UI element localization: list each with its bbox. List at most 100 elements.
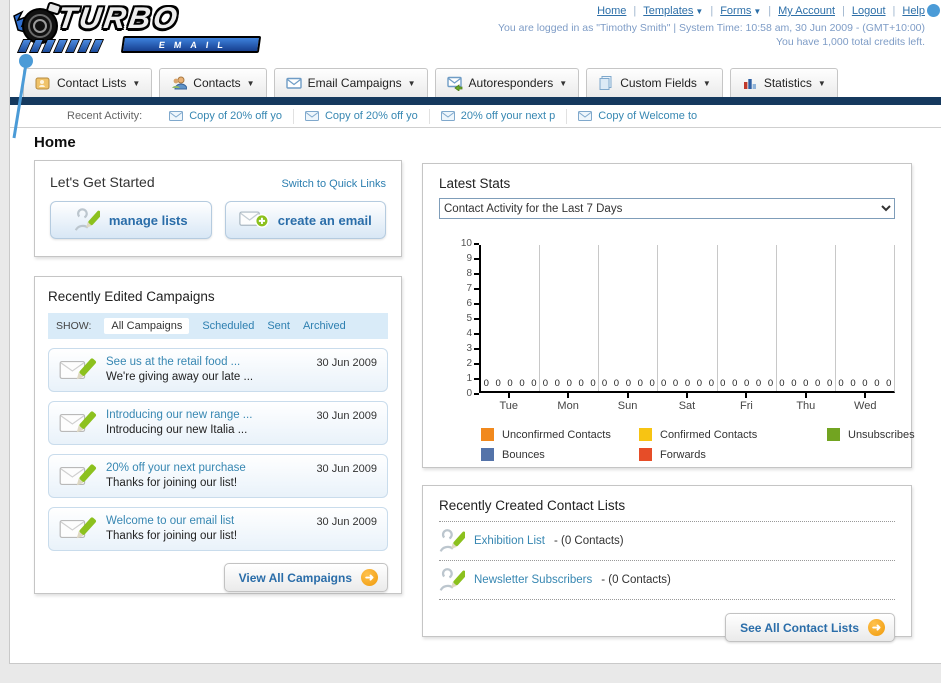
tab-label: Email Campaigns	[307, 76, 402, 90]
campaign-title-link[interactable]: 20% off your next purchase	[106, 461, 307, 476]
nav-separator: |	[842, 5, 845, 17]
chevron-down-icon: ▼	[695, 7, 704, 16]
turbo-email-logo[interactable]: TURBO EMAIL	[12, 1, 262, 58]
campaign-row[interactable]: 20% off your next purchase Thanks for jo…	[48, 454, 388, 498]
chart-zero-values: 0 0 0 0 0	[542, 378, 596, 389]
legend-color-chip	[481, 448, 494, 461]
chevron-down-icon: ▼	[817, 78, 826, 88]
tab-contact-lists[interactable]: Contact Lists ▼	[23, 68, 153, 97]
manage-lists-button[interactable]: manage lists	[50, 201, 212, 239]
contact-list-row[interactable]: Newsletter Subscribers - (0 Contacts)	[439, 561, 895, 600]
envelope-icon	[440, 111, 455, 121]
recent-activity-item[interactable]: 20% off your next p	[430, 108, 568, 124]
legend-color-chip	[639, 448, 652, 461]
autoresponders-icon	[446, 76, 462, 91]
campaign-title-link[interactable]: Introducing our new range ...	[106, 408, 307, 423]
envelope-pencil-icon	[59, 517, 96, 539]
chart-group: 0 0 0 0 0	[718, 245, 777, 391]
recent-activity-item[interactable]: Copy of Welcome to	[567, 109, 708, 124]
chart-zero-values: 0 0 0 0 0	[601, 378, 655, 389]
tab-email-campaigns[interactable]: Email Campaigns ▼	[273, 68, 428, 97]
chart-group: 0 0 0 0 0	[481, 245, 541, 391]
logo-stripes	[16, 39, 105, 53]
see-all-contact-lists-button[interactable]: See All Contact Lists ➜	[725, 613, 895, 642]
create-email-button[interactable]: create an email	[224, 201, 386, 239]
top-nav-templates[interactable]: Templates ▼	[643, 5, 703, 17]
chart-zero-values: 0 0 0 0 0	[838, 378, 892, 389]
campaign-subtitle: Thanks for joining our list!	[106, 477, 238, 489]
logo-title: TURBO	[55, 2, 183, 35]
contact-lists-panel: Recently Created Contact Lists Exhibitio…	[422, 485, 912, 642]
legend-item: Unconfirmed Contacts	[481, 428, 639, 441]
main-area: Home Let's Get Started Switch to Quick L…	[10, 128, 941, 663]
person-pencil-icon	[439, 568, 465, 591]
campaign-row[interactable]: Introducing our new range ... Introducin…	[48, 401, 388, 445]
chart-plot-area: 0 0 0 0 0 0 0 0 0 0 0 0 0 0 0 0 0 0 0 0 …	[479, 245, 895, 412]
get-started-panel: Let's Get Started Switch to Quick Links …	[34, 160, 402, 257]
campaign-row[interactable]: Welcome to our email list Thanks for joi…	[48, 507, 388, 551]
filter-scheduled[interactable]: Scheduled	[202, 320, 254, 332]
tab-contacts[interactable]: Contacts ▼	[159, 68, 267, 97]
campaign-row[interactable]: See us at the retail food ... We're givi…	[48, 348, 388, 392]
top-nav-logout[interactable]: Logout	[852, 5, 886, 17]
chart-legend: Unconfirmed Contacts Confirmed Contacts …	[439, 428, 915, 461]
top-nav-home[interactable]: Home	[597, 5, 626, 17]
chart-y-axis: 10 9 8 7 6 5 4 3 2 1 0	[453, 239, 479, 399]
chart-group: 0 0 0 0 0	[658, 245, 718, 391]
campaign-title-link[interactable]: See us at the retail food ...	[106, 355, 307, 370]
chart-zero-values: 0 0 0 0 0	[661, 378, 714, 389]
filter-all-campaigns[interactable]: All Campaigns	[104, 318, 190, 334]
filter-sent[interactable]: Sent	[267, 320, 290, 332]
chart-zero-values: 0 0 0 0 0	[483, 378, 537, 389]
chevron-down-icon: ▼	[132, 78, 141, 88]
header: TURBO EMAIL Home | Templates ▼ | Forms ▼ |…	[10, 0, 941, 68]
top-nav-help[interactable]: Help	[902, 5, 925, 17]
contact-list-count: - (0 Contacts)	[553, 535, 624, 547]
latest-stats-panel: Latest Stats Contact Activity for the La…	[422, 163, 915, 468]
contact-activity-chart: 10 9 8 7 6 5 4 3 2 1 0 0 0 0 0 0 0 0 0 0…	[439, 239, 895, 412]
filter-archived[interactable]: Archived	[303, 320, 346, 332]
contact-list-link[interactable]: Newsletter Subscribers	[474, 574, 592, 586]
arrow-right-icon: ➜	[361, 569, 378, 586]
nav-separator: |	[768, 5, 772, 17]
credits-line: You have 1,000 total credits left.	[775, 36, 925, 48]
switch-quick-links-link[interactable]: Switch to Quick Links	[281, 178, 386, 190]
contact-list-count: - (0 Contacts)	[601, 574, 671, 586]
tab-label: Contacts	[193, 76, 241, 90]
nav-separator: |	[633, 5, 637, 17]
tab-custom-fields[interactable]: Custom Fields ▼	[586, 68, 723, 97]
campaign-filter-bar: SHOW: All Campaigns Scheduled Sent Archi…	[48, 313, 388, 339]
person-pencil-icon	[439, 529, 465, 552]
recent-activity-item[interactable]: Copy of 20% off yo	[158, 108, 294, 124]
chart-zero-values: 0 0 0 0 0	[720, 378, 774, 389]
top-nav-forms[interactable]: Forms ▼	[720, 5, 761, 17]
legend-color-chip	[481, 428, 494, 441]
legend-item: Forwards	[639, 448, 827, 461]
login-info: You are logged in as "Timothy Smith" | S…	[498, 21, 925, 49]
chevron-down-icon: ▼	[702, 78, 711, 88]
campaigns-title: Recently Edited Campaigns	[48, 289, 215, 304]
tab-label: Statistics	[763, 76, 812, 90]
tab-label: Autoresponders	[468, 76, 554, 90]
contact-list-link[interactable]: Exhibition List	[474, 535, 545, 547]
top-nav-my-account[interactable]: My Account	[778, 5, 835, 17]
contact-list-row[interactable]: Exhibition List - (0 Contacts)	[439, 522, 895, 561]
recent-activity-label: Recent Activity:	[67, 110, 143, 122]
tab-autoresponders[interactable]: Autoresponders ▼	[434, 68, 580, 97]
stats-period-select[interactable]: Contact Activity for the Last 7 Days	[439, 198, 895, 219]
contacts-icon	[172, 76, 188, 90]
recent-activity-item[interactable]: Copy of 20% off yo	[294, 108, 430, 124]
tab-statistics[interactable]: Statistics ▼	[729, 68, 838, 97]
tab-label: Custom Fields	[620, 76, 697, 90]
view-all-campaigns-button[interactable]: View All Campaigns ➜	[223, 563, 388, 592]
main-nav-tabs: Contact Lists ▼ Contacts ▼ Email Campaig…	[23, 68, 941, 97]
person-pencil-icon	[74, 208, 100, 231]
nav-separator: |	[710, 5, 714, 17]
statistics-icon	[743, 79, 756, 89]
nav-separator: |	[892, 5, 896, 17]
campaign-title-link[interactable]: Welcome to our email list	[106, 514, 307, 529]
envelope-pencil-icon	[59, 464, 96, 486]
chart-group: 0 0 0 0 0	[777, 245, 836, 391]
logo-title-wrap: TURBO	[56, 2, 182, 36]
page-title: Home	[34, 134, 76, 151]
